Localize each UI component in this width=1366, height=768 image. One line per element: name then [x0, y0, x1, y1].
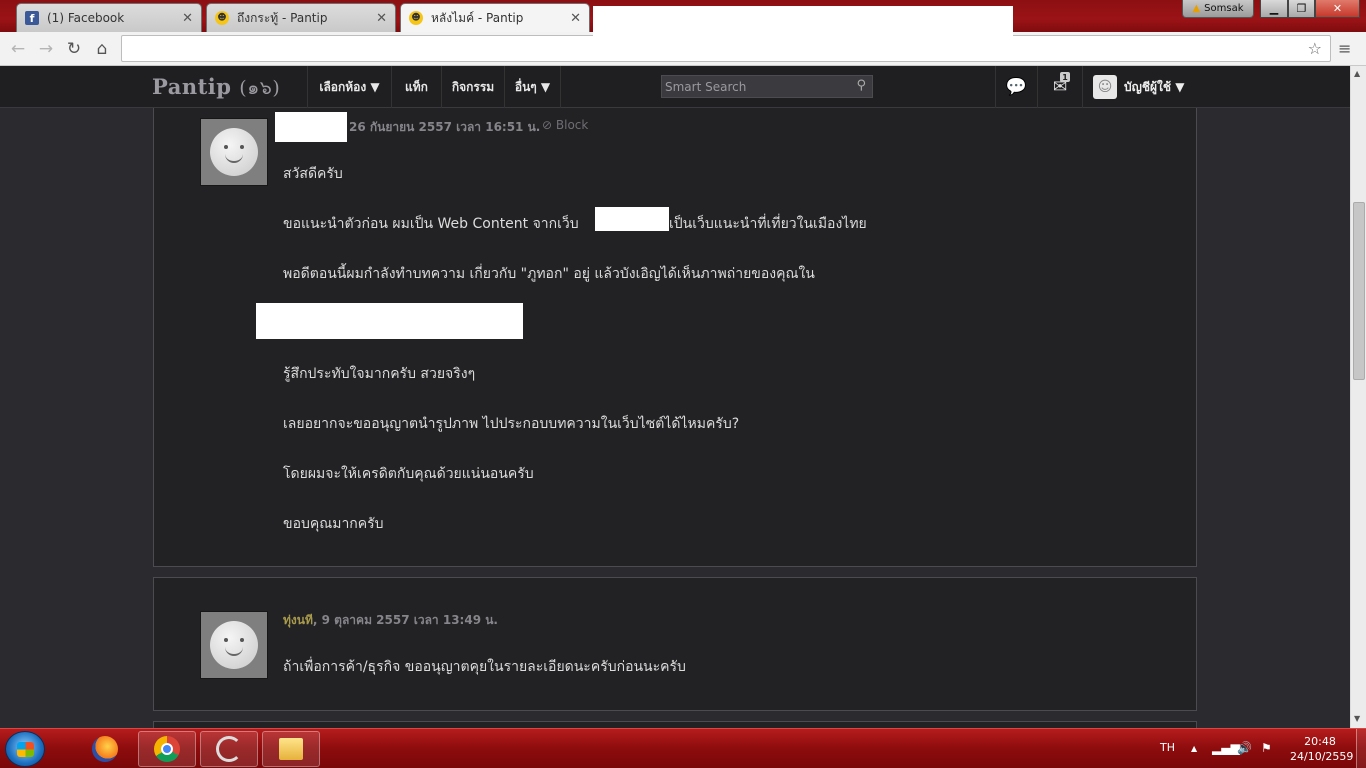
- windows-taskbar: TH ▲ ▂▄▆ 🔊 ⚑ 20:48 24/10/2559: [0, 728, 1366, 768]
- search-input[interactable]: [665, 78, 845, 95]
- message-line: ขอแนะนำตัวก่อน ผมเป็น Web Content จากเว็…: [283, 216, 579, 232]
- nav-tags[interactable]: แท็ก: [391, 66, 441, 108]
- message-line: ขอบคุณมากครับ: [283, 516, 384, 532]
- logo-text: Pantip: [152, 74, 232, 99]
- redacted-area: [593, 6, 1013, 36]
- chrome-icon: [154, 736, 180, 762]
- acrobat-icon: [216, 736, 242, 762]
- pantip-logo[interactable]: Pantip (๑๖): [152, 73, 280, 103]
- redacted-website: [595, 207, 669, 231]
- folder-icon: [279, 738, 303, 760]
- address-bar[interactable]: ☆: [121, 35, 1331, 62]
- scroll-up-icon[interactable]: ▲: [1354, 69, 1360, 78]
- block-button[interactable]: ⊘ Block: [542, 118, 588, 132]
- start-button[interactable]: [5, 731, 45, 767]
- message-line: พอดีตอนนี้ผมกำลังทำบทความ เกี่ยวกับ "ภูท…: [283, 266, 815, 282]
- nav-label: แท็ก: [405, 79, 428, 94]
- volume-icon[interactable]: 🔊: [1237, 741, 1252, 755]
- redacted-link: [256, 303, 523, 339]
- facebook-icon: f: [25, 11, 39, 25]
- message-count-badge: 1: [1060, 72, 1070, 82]
- logo-suffix: (๑๖): [239, 77, 281, 99]
- message-line: ถ้าเพื่อการค้า/ธุรกิจ ขออนุญาตคุยในรายละ…: [283, 659, 686, 675]
- nav-more[interactable]: อื่นๆ ▼: [504, 66, 561, 108]
- block-label: Block: [555, 118, 589, 132]
- clock-date: 24/10/2559: [1290, 750, 1354, 763]
- message-card: [153, 721, 1197, 728]
- smiley-avatar-icon: [210, 128, 258, 176]
- pantip-smile-icon: ☻: [215, 11, 229, 25]
- forward-icon[interactable]: →: [35, 38, 57, 60]
- avatar[interactable]: [200, 611, 268, 679]
- taskbar-acrobat[interactable]: [200, 731, 258, 767]
- message-line: สวัสดีครับ: [283, 166, 343, 182]
- language-indicator[interactable]: TH: [1160, 741, 1175, 754]
- warning-icon: ▲: [1192, 3, 1201, 14]
- message-timestamp: 26 กันยายน 2557 เวลา 16:51 น.: [349, 120, 541, 134]
- network-signal-icon[interactable]: ▂▄▆: [1212, 741, 1240, 755]
- scroll-down-icon[interactable]: ▼: [1354, 714, 1360, 723]
- browser-tab-strip: f (1) Facebook ✕ ☻ ถึงกระทู้ - Pantip ✕ …: [0, 0, 1366, 36]
- new-chat-button[interactable]: 💬: [995, 66, 1037, 108]
- scroll-thumb[interactable]: [1353, 202, 1365, 380]
- redacted-username: [275, 112, 347, 142]
- page-scrollbar[interactable]: ▲ ▼: [1350, 66, 1366, 728]
- firefox-icon: [92, 736, 118, 762]
- show-desktop-button[interactable]: [1356, 729, 1366, 768]
- close-tab-icon[interactable]: ✕: [182, 11, 193, 26]
- profile-badge[interactable]: ▲ Somsak: [1182, 0, 1254, 18]
- maximize-button[interactable]: ❐: [1288, 0, 1315, 18]
- close-tab-icon[interactable]: ✕: [570, 11, 581, 26]
- browser-toolbar: ← → ↻ ⌂ ☆ ≡: [0, 32, 1366, 66]
- site-header: Pantip (๑๖) เลือกห้อง ▼ แท็ก กิจกรรม อื่…: [0, 66, 1350, 108]
- home-icon[interactable]: ⌂: [91, 38, 113, 60]
- avatar[interactable]: [200, 118, 268, 186]
- nav-label: อื่นๆ ▼: [514, 79, 551, 94]
- nav-select-room[interactable]: เลือกห้อง ▼: [307, 66, 391, 108]
- search-box: ⚲: [661, 75, 873, 98]
- message-line: เป็นเว็บแนะนำที่เที่ยวในเมืองไทย: [669, 216, 867, 232]
- reload-icon[interactable]: ↻: [63, 38, 85, 60]
- nav-activities[interactable]: กิจกรรม: [441, 66, 504, 108]
- search-icon[interactable]: ⚲: [856, 78, 866, 93]
- tab-pantip-inbox[interactable]: ☻ หลังไมค์ - Pantip ✕: [400, 3, 590, 32]
- chat-plus-icon: 💬: [1005, 77, 1028, 97]
- smiley-avatar-icon: [210, 621, 258, 669]
- account-label: บัญชีผู้ใช้ ▼: [1124, 79, 1185, 94]
- message-line: รู้สึกประทับใจมากครับ สวยจริงๆ: [283, 366, 476, 382]
- close-tab-icon[interactable]: ✕: [376, 11, 387, 26]
- account-menu[interactable]: ☺ บัญชีผู้ใช้ ▼: [1082, 66, 1350, 108]
- show-hidden-icons-icon[interactable]: ▲: [1191, 744, 1197, 753]
- back-icon[interactable]: ←: [7, 38, 29, 60]
- tab-facebook[interactable]: f (1) Facebook ✕: [16, 3, 202, 32]
- close-window-button[interactable]: ✕: [1315, 0, 1360, 18]
- system-clock[interactable]: 20:48 24/10/2559: [1290, 734, 1354, 764]
- author-name[interactable]: ทุ่งนที: [283, 613, 313, 627]
- taskbar-explorer[interactable]: [262, 731, 320, 767]
- tab-title: (1) Facebook: [47, 11, 125, 25]
- message-meta: ทุ่งนที, 9 ตุลาคม 2557 เวลา 13:49 น.: [283, 611, 498, 630]
- action-center-icon[interactable]: ⚑: [1261, 741, 1272, 755]
- taskbar-firefox[interactable]: [76, 731, 134, 767]
- message-card: ทุ่งนที, 9 ตุลาคม 2557 เวลา 13:49 น. ถ้า…: [153, 577, 1197, 711]
- clock-time: 20:48: [1304, 735, 1336, 748]
- tab-title: ถึงกระทู้ - Pantip: [237, 10, 328, 25]
- message-line: โดยผมจะให้เครดิตกับคุณด้วยแน่นอนครับ: [283, 466, 534, 482]
- minimize-button[interactable]: ▁: [1260, 0, 1288, 18]
- tab-pantip-topic[interactable]: ☻ ถึงกระทู้ - Pantip ✕: [206, 3, 396, 32]
- nav-label: เลือกห้อง ▼: [319, 79, 380, 94]
- menu-icon[interactable]: ≡: [1338, 39, 1351, 58]
- block-icon: ⊘: [542, 118, 553, 132]
- taskbar-chrome[interactable]: [138, 731, 196, 767]
- avatar: ☺: [1093, 75, 1117, 99]
- pantip-smile-icon: ☻: [409, 11, 423, 25]
- message-card: 26 กันยายน 2557 เวลา 16:51 น. ⊘ Block สว…: [153, 108, 1197, 567]
- bookmark-star-icon[interactable]: ☆: [1308, 39, 1322, 58]
- tab-title: หลังไมค์ - Pantip: [431, 10, 524, 25]
- profile-name: Somsak: [1204, 3, 1244, 14]
- nav-label: กิจกรรม: [451, 79, 495, 94]
- message-line: เลยอยากจะขออนุญาตนำรูปภาพ ไปประกอบบทความ…: [283, 416, 740, 432]
- message-thread: 26 กันยายน 2557 เวลา 16:51 น. ⊘ Block สว…: [0, 108, 1350, 728]
- message-timestamp: , 9 ตุลาคม 2557 เวลา 13:49 น.: [312, 613, 498, 627]
